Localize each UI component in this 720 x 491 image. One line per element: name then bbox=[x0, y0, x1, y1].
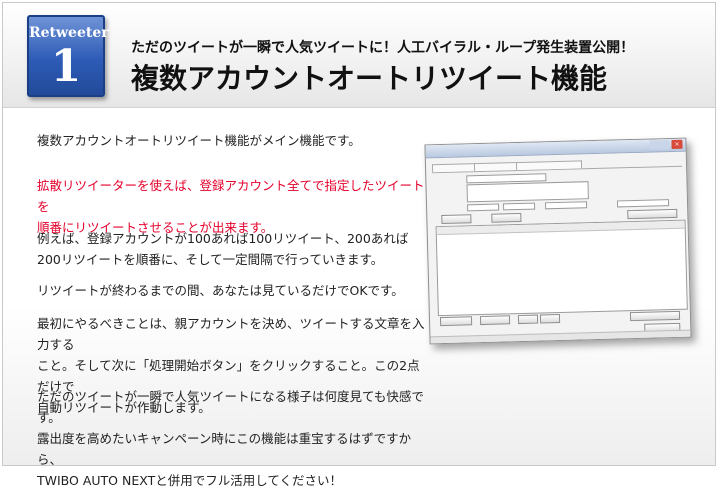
paragraph-example: 例えば、登録アカウントが100あれば100リツイート、200あれば 200リツイ… bbox=[37, 231, 409, 267]
mini-button bbox=[441, 214, 472, 225]
retweeter-badge: Retweeter 1 bbox=[27, 15, 109, 97]
page-title: 複数アカウントオートリツイート機能 bbox=[131, 62, 608, 95]
mode-select bbox=[544, 201, 588, 210]
page-frame: Retweeter 1 ただのツイートが一瞬で人気ツイートに！人工バイラル・ルー… bbox=[2, 2, 716, 488]
app-screenshot-window: × bbox=[424, 137, 692, 345]
header: Retweeter 1 ただのツイートが一瞬で人気ツイートに！人工バイラル・ルー… bbox=[3, 3, 715, 107]
paragraph-intro: 複数アカウントオートリツイート機能がメイン機能です。 bbox=[37, 133, 361, 148]
tweet-textarea bbox=[466, 181, 589, 203]
interval-input bbox=[467, 203, 500, 212]
page-subtitle: ただのツイートが一瞬で人気ツイートに！人工バイラル・ループ発生装置公開！ bbox=[131, 40, 635, 56]
window-tab bbox=[431, 163, 477, 173]
window-tab bbox=[515, 160, 583, 171]
badge-number: 1 bbox=[50, 41, 82, 92]
paragraph-closing: ただのツイートが一瞬で人気ツイートになる様子は何度見ても快感です。 露出度を高め… bbox=[37, 389, 424, 488]
window-minmax-buttons bbox=[649, 140, 670, 150]
mini-button bbox=[479, 315, 511, 326]
mini-button bbox=[517, 314, 539, 325]
results-grid bbox=[435, 219, 688, 317]
paragraph-wait: リツイートが終わるまでの間、あなたは見ているだけでOKです。 bbox=[37, 283, 404, 298]
interval-input bbox=[502, 202, 536, 211]
window-tab-strip bbox=[431, 157, 683, 174]
mini-button bbox=[491, 212, 522, 223]
mini-button bbox=[539, 313, 561, 324]
close-icon: × bbox=[671, 139, 683, 149]
window-tab bbox=[473, 162, 519, 172]
badge-label: Retweeter bbox=[29, 25, 109, 41]
option-select bbox=[616, 199, 670, 208]
mini-button bbox=[627, 208, 678, 220]
start-button bbox=[439, 316, 473, 327]
mini-button bbox=[629, 310, 681, 322]
results-grid-header bbox=[436, 220, 685, 236]
